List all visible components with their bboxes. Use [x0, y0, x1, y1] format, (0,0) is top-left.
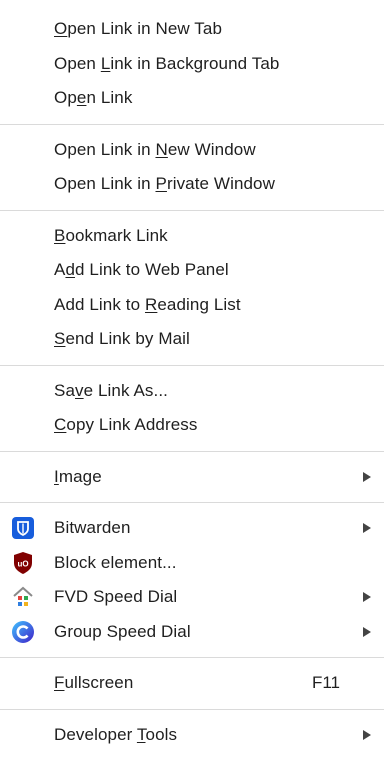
menu-item-label: Add Link to Web Panel — [54, 260, 229, 280]
menu-item-send-link-by-mail[interactable]: Send Link by Mail — [0, 322, 384, 357]
group-speed-dial-icon — [11, 620, 35, 644]
menu-separator — [0, 708, 384, 710]
menu-separator — [0, 450, 384, 452]
shortcut-label: F11 — [311, 673, 340, 693]
menu-item-label: Send Link by Mail — [54, 329, 190, 349]
svg-text:uO: uO — [17, 559, 28, 568]
menu-item-label: Open Link in Background Tab — [54, 53, 280, 73]
menu-item-block-element[interactable]: uO Block element... — [0, 546, 384, 581]
ublock-icon: uO — [11, 551, 35, 575]
menu-item-add-link-web-panel[interactable]: Add Link to Web Panel — [0, 253, 384, 288]
submenu-arrow-icon — [363, 471, 371, 482]
menu-item-copy-link-address[interactable]: Copy Link Address — [0, 408, 384, 443]
menu-item-open-link-new-tab[interactable]: Open Link in New Tab — [0, 12, 384, 47]
submenu-arrow-icon — [363, 729, 371, 740]
menu-separator — [0, 502, 384, 503]
menu-item-label: Copy Link Address — [54, 415, 198, 435]
menu-item-open-link-private-window[interactable]: Open Link in Private Window — [0, 167, 384, 202]
menu-item-save-link-as[interactable]: Save Link As... — [0, 374, 384, 409]
menu-item-label: Fullscreen — [54, 673, 134, 693]
bitwarden-icon — [11, 516, 35, 540]
menu-item-open-link-background-tab[interactable]: Open Link in Background Tab — [0, 47, 384, 82]
menu-separator — [0, 364, 384, 366]
menu-item-open-link-new-window[interactable]: Open Link in New Window — [0, 133, 384, 168]
menu-item-label: Save Link As... — [54, 380, 168, 400]
menu-item-fvd-speed-dial[interactable]: FVD Speed Dial — [0, 580, 384, 615]
menu-item-label: Block element... — [54, 552, 177, 572]
submenu-arrow-icon — [363, 626, 371, 637]
menu-item-label: Add Link to Reading List — [54, 294, 241, 314]
menu-item-image[interactable]: Image — [0, 460, 384, 495]
menu-item-open-link[interactable]: Open Link — [0, 81, 384, 116]
menu-item-label: FVD Speed Dial — [54, 587, 178, 607]
menu-item-bitwarden[interactable]: Bitwarden — [0, 511, 384, 546]
submenu-arrow-icon — [363, 592, 371, 603]
menu-separator — [0, 123, 384, 125]
menu-item-bookmark-link[interactable]: Bookmark Link — [0, 219, 384, 254]
fvd-speed-dial-icon — [11, 585, 35, 609]
menu-item-label: Developer Tools — [54, 724, 178, 744]
context-menu: Open Link in New Tab Open Link in Backgro… — [0, 0, 384, 761]
menu-separator — [0, 209, 384, 211]
menu-item-label: Open Link in New Tab — [54, 19, 223, 39]
menu-item-label: Open Link — [54, 88, 133, 108]
menu-item-fullscreen[interactable]: Fullscreen F11 — [0, 666, 384, 701]
menu-item-developer-tools[interactable]: Developer Tools — [0, 718, 384, 753]
menu-item-add-link-reading-list[interactable]: Add Link to Reading List — [0, 288, 384, 323]
menu-item-label: Group Speed Dial — [54, 621, 191, 641]
menu-separator — [0, 657, 384, 658]
menu-item-label: Open Link in Private Window — [54, 174, 275, 194]
menu-item-label: Bitwarden — [54, 518, 131, 538]
menu-item-label: Image — [54, 466, 102, 486]
menu-item-label: Bookmark Link — [54, 225, 168, 245]
menu-item-group-speed-dial[interactable]: Group Speed Dial — [0, 615, 384, 650]
submenu-arrow-icon — [363, 523, 371, 534]
menu-item-label: Open Link in New Window — [54, 139, 256, 159]
